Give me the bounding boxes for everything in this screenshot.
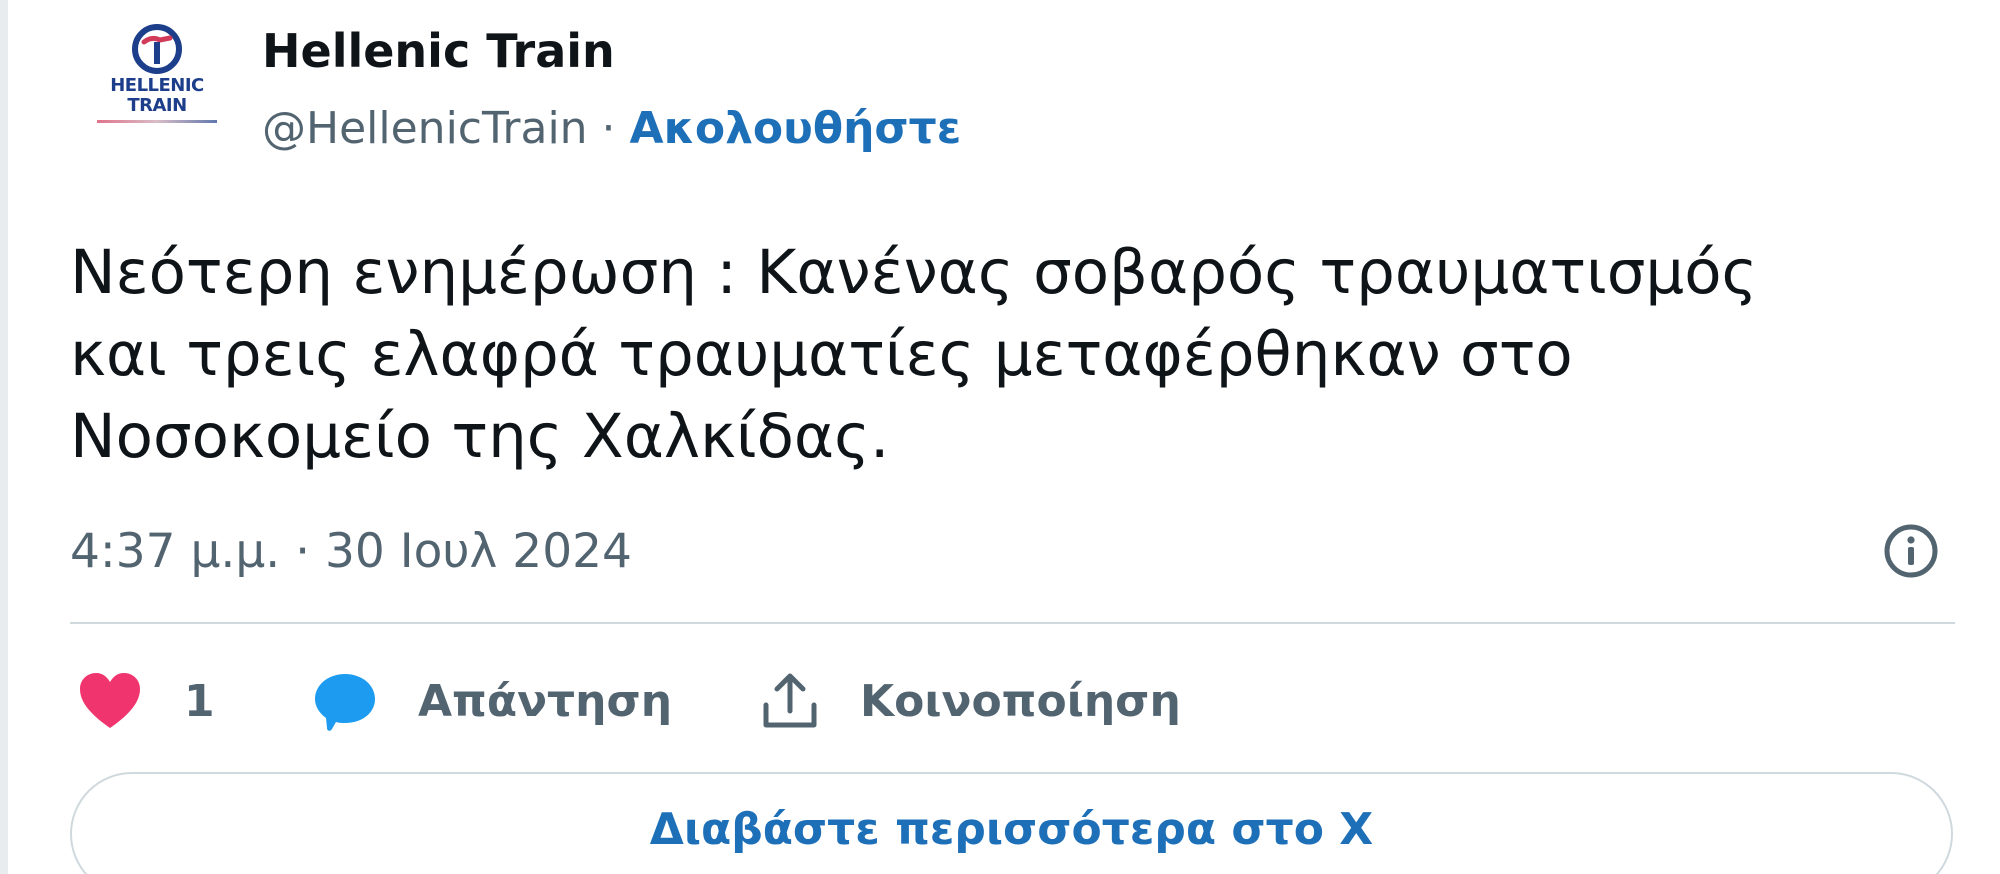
avatar[interactable]: HELLENIC TRAIN: [92, 22, 222, 152]
avatar-text-line2: TRAIN: [127, 95, 187, 116]
author-handle[interactable]: @HellenicTrain: [262, 103, 588, 154]
share-label: Κοινοποίηση: [860, 675, 1181, 727]
tweet-text: Νεότερη ενημέρωση : Κανένας σοβαρός τραυ…: [70, 237, 1758, 472]
avatar-underline: [97, 120, 217, 123]
share-upload-icon: [763, 673, 817, 728]
avatar-text-line1: HELLENIC: [110, 75, 204, 96]
reply-label: Απάντηση: [418, 675, 673, 727]
left-border: [0, 0, 8, 874]
info-icon[interactable]: [1880, 520, 1942, 582]
heart-icon: [80, 673, 140, 728]
author-handle-row: @HellenicTrain · Ακολουθήστε: [262, 101, 961, 157]
share-button[interactable]: Κοινοποίηση: [760, 666, 1181, 736]
follow-link[interactable]: Ακολουθήστε: [630, 103, 962, 154]
author-display-name[interactable]: Hellenic Train: [262, 22, 615, 80]
speech-bubble-icon: [315, 674, 375, 731]
read-more-button[interactable]: Διαβάστε περισσότερα στο X: [70, 772, 1953, 874]
tweet-embed-card: HELLENIC TRAIN Hellenic Train @HellenicT…: [0, 0, 2000, 874]
divider: [70, 622, 1955, 624]
like-button[interactable]: 1: [78, 666, 215, 736]
like-count: 1: [184, 675, 215, 727]
reply-button[interactable]: Απάντηση: [312, 666, 672, 736]
read-more-label: Διαβάστε περισσότερα στο X: [649, 804, 1374, 855]
tweet-timestamp[interactable]: 4:37 μ.μ. · 30 Ιουλ 2024: [70, 522, 632, 582]
hellenic-train-logo-icon: [132, 24, 182, 74]
handle-separator: ·: [587, 103, 630, 154]
